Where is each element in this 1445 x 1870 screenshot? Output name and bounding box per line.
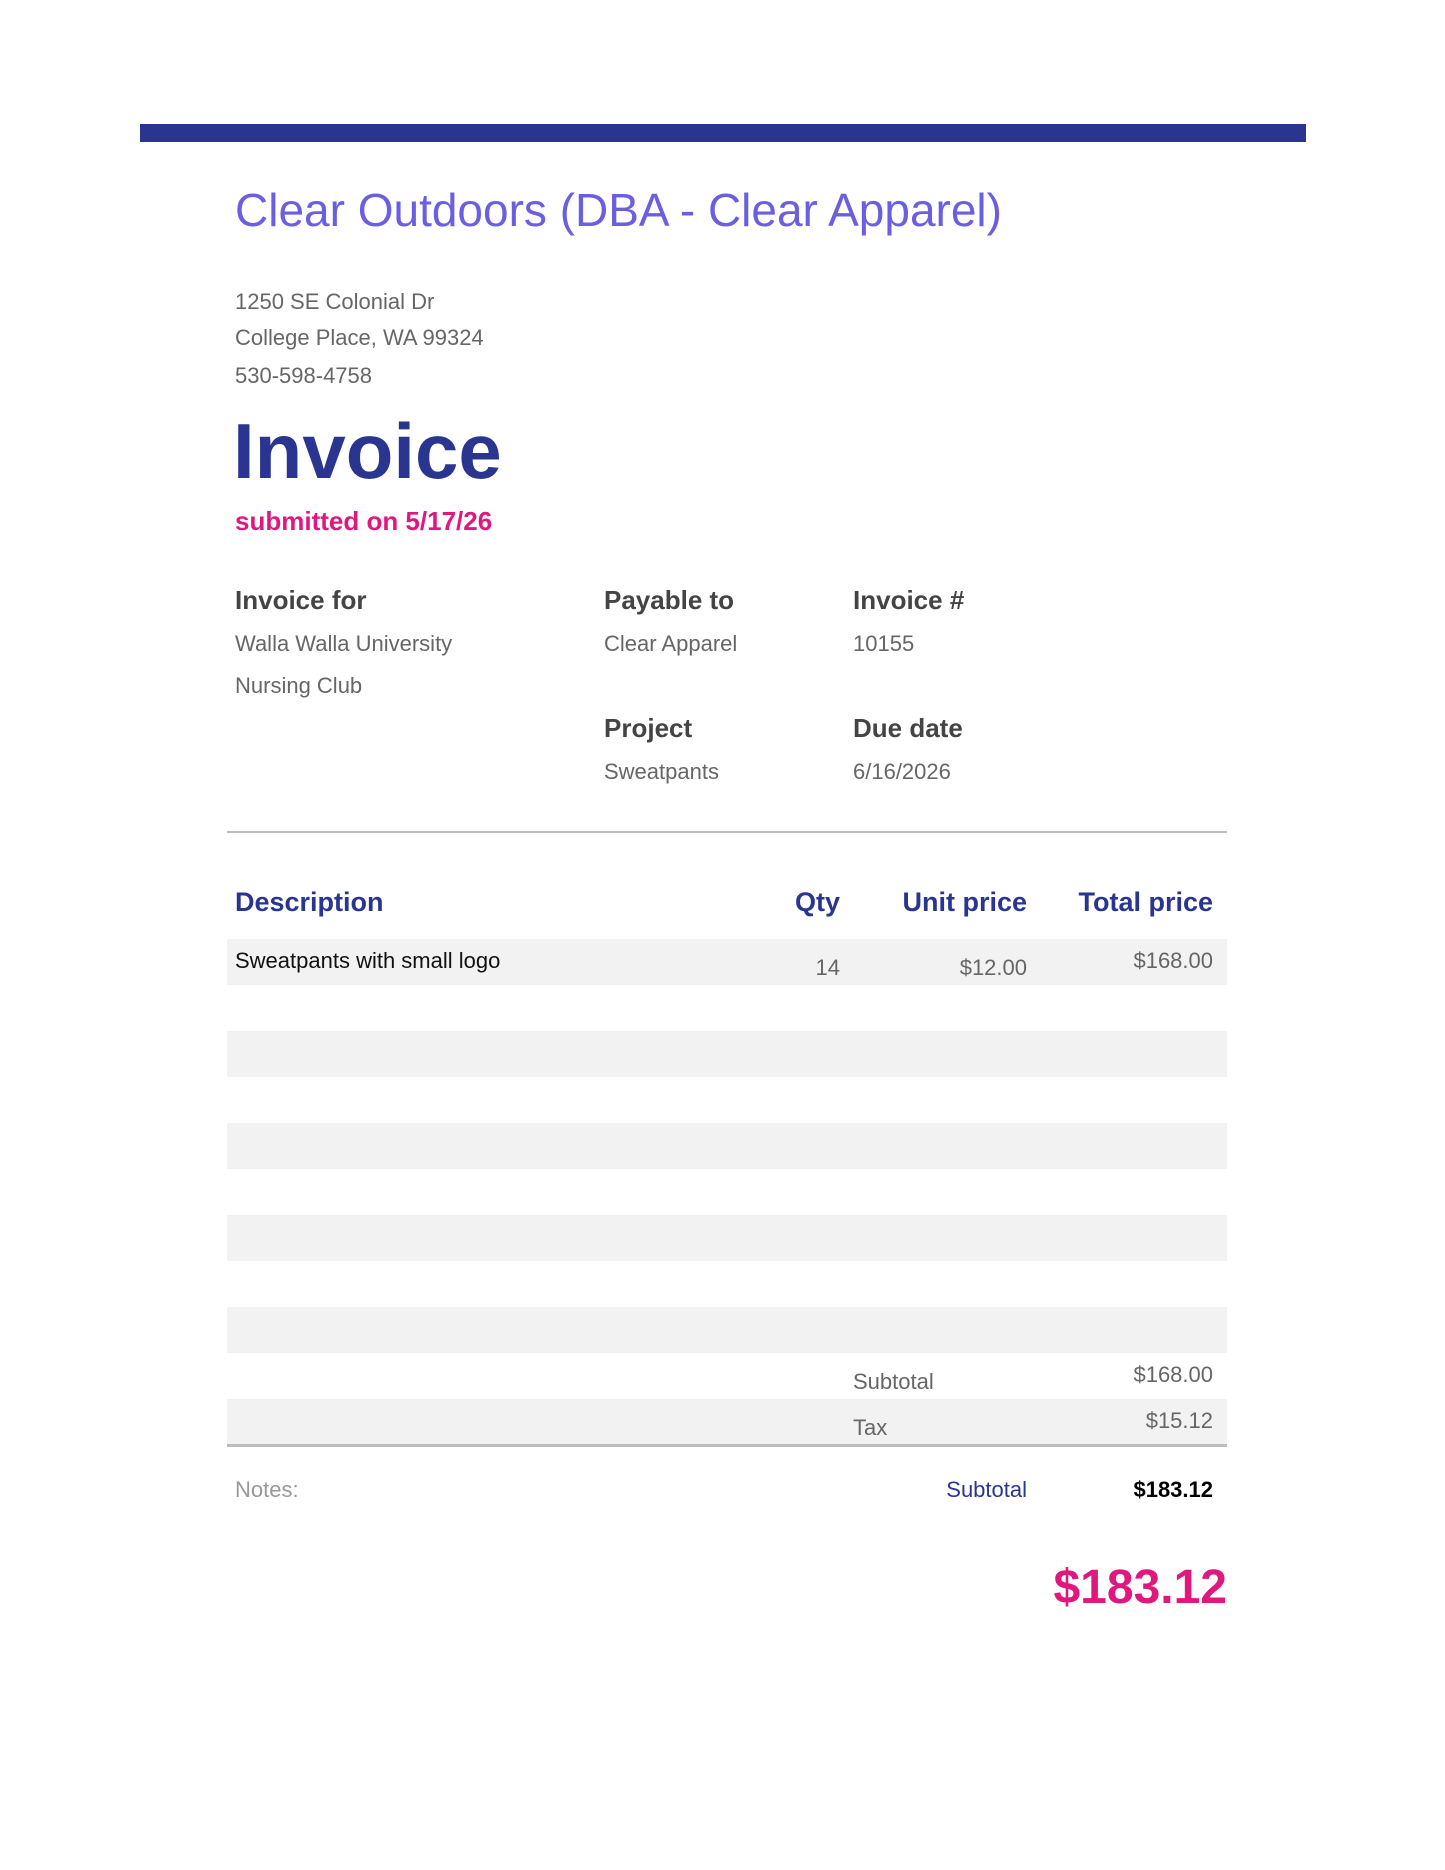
project-label: Project [604, 713, 693, 743]
due-date-label: Due date [853, 713, 963, 743]
column-header-qty: Qty [794, 887, 840, 917]
address-line-2: College Place, WA 99324 [235, 325, 484, 350]
table-row-empty [227, 1031, 1227, 1077]
line-item-description: Sweatpants with small logo [235, 948, 501, 973]
column-header-total-price: Total price [1078, 887, 1213, 917]
final-subtotal-label: Subtotal [946, 1477, 1027, 1502]
tax-label: Tax [853, 1415, 888, 1440]
payable-to-label: Payable to [604, 585, 735, 615]
table-row-empty [227, 1307, 1227, 1353]
line-item-unit-price: $12.00 [959, 955, 1027, 980]
header-accent-bar [140, 124, 1306, 142]
invoice-for-label: Invoice for [235, 585, 367, 615]
project-value: Sweatpants [604, 759, 719, 784]
final-subtotal-value: $183.12 [1133, 1477, 1213, 1502]
payable-to-value: Clear Apparel [604, 631, 738, 656]
line-item-qty: 14 [815, 955, 840, 980]
invoice-for-line-2: Nursing Club [235, 673, 363, 698]
grand-total: $183.12 [1053, 1561, 1227, 1614]
tax-value: $15.12 [1145, 1408, 1213, 1433]
line-item-total-price: $168.00 [1133, 948, 1213, 973]
due-date-value: 6/16/2026 [853, 759, 951, 784]
invoice-heading: Invoice [233, 407, 502, 495]
invoice-for-line-1: Walla Walla University [235, 631, 453, 656]
subtotal-value: $168.00 [1133, 1362, 1213, 1387]
company-name: Clear Outdoors (DBA - Clear Apparel) [235, 184, 1002, 236]
submitted-date: submitted on 5/17/26 [235, 506, 493, 536]
table-row-empty [227, 1123, 1227, 1169]
phone-number: 530-598-4758 [235, 363, 373, 388]
notes-label: Notes: [235, 1477, 299, 1502]
column-header-description: Description [235, 887, 384, 917]
subtotal-label: Subtotal [853, 1369, 934, 1394]
invoice-number-label: Invoice # [853, 585, 965, 615]
column-header-unit-price: Unit price [902, 887, 1027, 917]
address-line-1: 1250 SE Colonial Dr [235, 289, 435, 314]
invoice-number-value: 10155 [853, 631, 915, 656]
section-divider [227, 831, 1227, 833]
totals-divider [227, 1444, 1227, 1447]
table-row-empty [227, 1215, 1227, 1261]
